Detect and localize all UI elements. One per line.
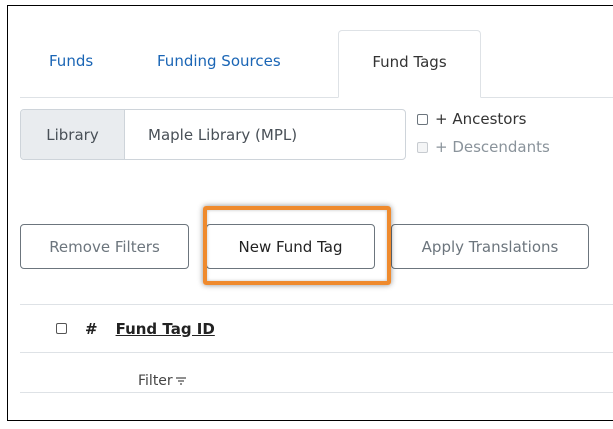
tab-funds[interactable]: Funds [49, 30, 93, 98]
filter-row-divider [20, 392, 613, 393]
filter-icon [175, 376, 187, 387]
descendants-label: + Descendants [435, 138, 550, 156]
tab-divider [20, 97, 613, 98]
filter-control[interactable]: Filter [138, 373, 187, 389]
tab-bar: Funds Funding Sources Fund Tags [8, 30, 613, 98]
fund-tag-id-column-header[interactable]: Fund Tag ID [116, 320, 215, 338]
library-selector[interactable]: Library Maple Library (MPL) [20, 109, 406, 160]
ancestors-label: + Ancestors [435, 110, 527, 128]
select-all-checkbox[interactable] [56, 323, 67, 334]
row-number-header: # [85, 319, 98, 338]
new-fund-tag-button[interactable]: New Fund Tag [206, 224, 375, 269]
library-label: Library [21, 110, 125, 159]
library-input[interactable]: Maple Library (MPL) [125, 110, 405, 159]
tab-funding-sources[interactable]: Funding Sources [157, 30, 281, 98]
filter-label: Filter [138, 373, 173, 389]
remove-filters-button[interactable]: Remove Filters [20, 224, 189, 269]
table-header-row: # Fund Tag ID [20, 305, 613, 352]
descendants-option[interactable]: + Descendants [417, 138, 550, 156]
header-divider [20, 352, 613, 353]
tab-fund-tags[interactable]: Fund Tags [338, 30, 481, 98]
app-frame: Funds Funding Sources Fund Tags Library … [7, 5, 613, 421]
ancestors-checkbox[interactable] [417, 113, 428, 125]
ancestors-option[interactable]: + Ancestors [417, 110, 526, 128]
descendants-checkbox[interactable] [417, 141, 428, 153]
apply-translations-button[interactable]: Apply Translations [391, 224, 589, 269]
